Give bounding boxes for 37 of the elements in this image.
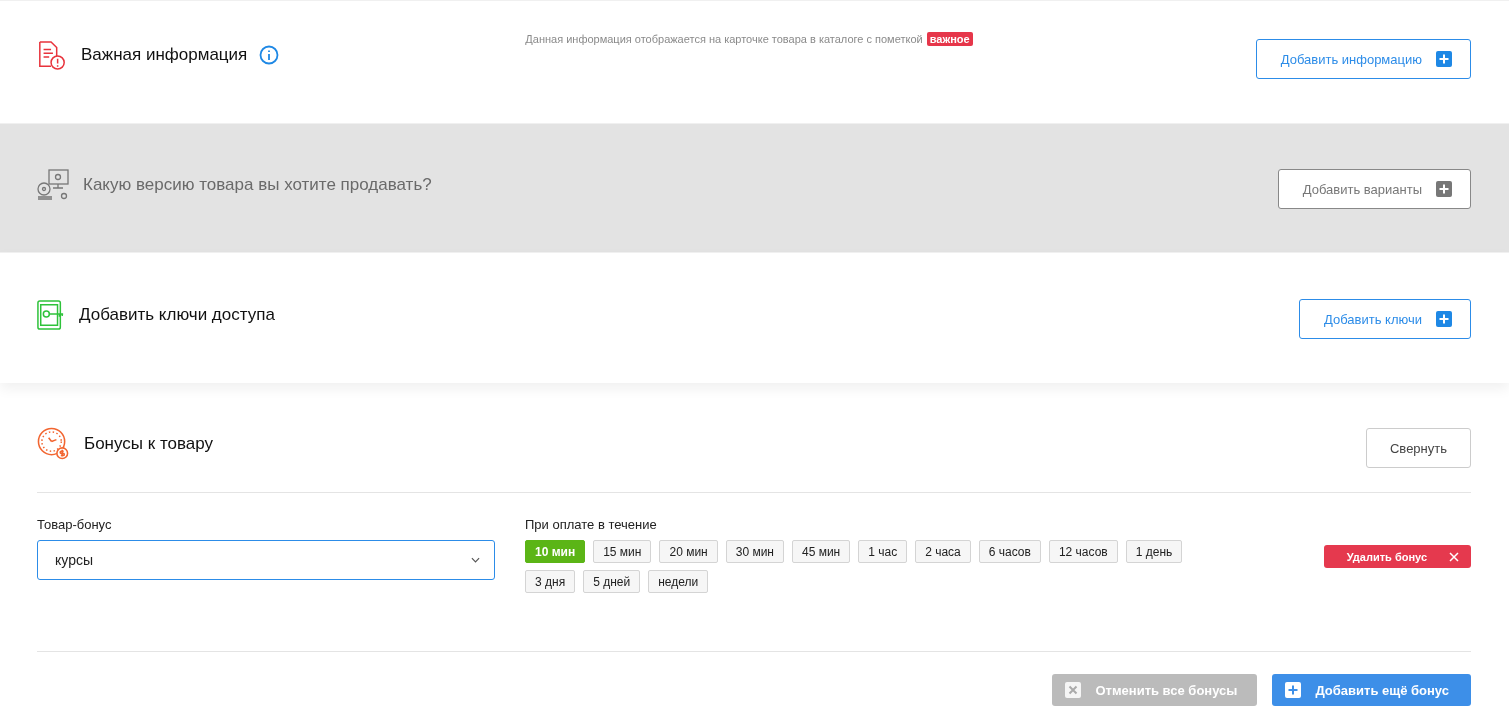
collapse-button[interactable]: Свернуть: [1366, 428, 1471, 468]
period-option[interactable]: 6 часов: [978, 540, 1041, 563]
period-option[interactable]: 12 часов: [1048, 540, 1118, 563]
section-title: Добавить ключи доступа: [79, 305, 275, 325]
bonus-product-select[interactable]: курсы: [37, 540, 495, 580]
field-label: Товар-бонус: [37, 517, 113, 532]
computer-disc-icon: [37, 169, 69, 201]
period-option[interactable]: 30 мин: [725, 540, 784, 563]
plus-icon: [1436, 181, 1452, 197]
plus-icon: [1285, 682, 1302, 698]
period-option[interactable]: 1 час: [858, 540, 908, 563]
chevron-down-icon: [471, 557, 480, 563]
period-option[interactable]: 20 мин: [659, 540, 718, 563]
add-keys-button[interactable]: Добавить ключи: [1299, 299, 1471, 339]
plus-icon: [1436, 51, 1452, 67]
period-option[interactable]: 3 дня: [525, 570, 576, 593]
important-tag: важное: [926, 32, 973, 46]
period-option[interactable]: недели: [648, 570, 709, 593]
info-icon[interactable]: [259, 45, 280, 65]
close-icon: [1449, 551, 1459, 562]
section-title: Важная информация: [81, 45, 248, 65]
period-option[interactable]: 15 мин: [593, 540, 652, 563]
close-icon: [1065, 682, 1082, 698]
period-option[interactable]: 45 мин: [792, 540, 851, 563]
plus-icon: [1436, 311, 1452, 327]
tablet-key-icon: [37, 299, 65, 331]
document-alert-icon: [37, 39, 67, 71]
clock-coin-icon: [37, 427, 70, 460]
period-option[interactable]: 1 день: [1125, 540, 1183, 563]
section-title: Какую версию товара вы хотите продавать?: [83, 175, 432, 195]
info-note: Данная информация отображается на карточке товара в каталоге с пометкой: [525, 33, 923, 45]
field-label: При оплате в течение: [525, 517, 658, 532]
delete-bonus-button[interactable]: Удалить бонус: [1323, 545, 1471, 568]
period-option[interactable]: 5 дней: [583, 570, 641, 593]
add-info-button[interactable]: Добавить информацию: [1255, 39, 1471, 79]
section-title: Бонусы к товару: [84, 433, 214, 454]
period-option[interactable]: 2 часа: [915, 540, 971, 563]
